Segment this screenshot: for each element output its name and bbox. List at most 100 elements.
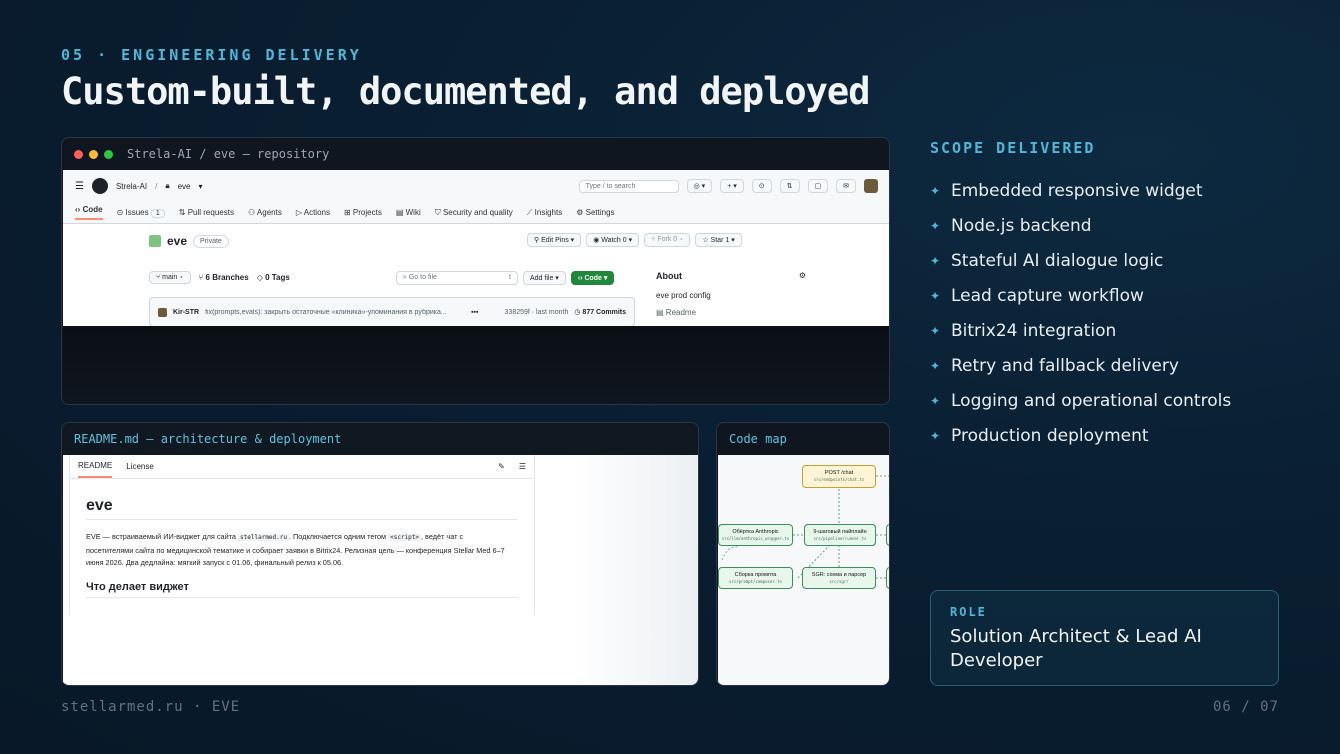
star-button[interactable]: ☆ Star 1 ▾: [695, 233, 742, 247]
pencil-icon[interactable]: ✎: [498, 462, 505, 471]
sparkle-icon: ✦: [930, 393, 941, 408]
section-eyebrow: 05 · ENGINEERING DELIVERY: [61, 46, 362, 64]
list-item: ✦ Logging and operational controls: [930, 390, 1232, 411]
repo-window-footer: [63, 326, 889, 404]
tab-code[interactable]: ‹› Code: [75, 205, 103, 220]
readme-heading: eve: [86, 497, 518, 520]
fork-button[interactable]: ⑂ Fork 0 ▾: [644, 233, 691, 247]
code-map-node-sgr[interactable]: SGR: схема и парсер src/sgr/: [802, 567, 876, 589]
code-map-node-offscreen: [886, 567, 889, 589]
maximize-dot-icon[interactable]: [104, 149, 113, 159]
tab-actions[interactable]: ▷ Actions: [296, 208, 330, 217]
avatar: [158, 307, 167, 317]
search-input[interactable]: Type / to search: [578, 179, 679, 193]
readme-content: README License ✎ ☰ eve EVE — встраиваемы…: [63, 455, 698, 685]
breadcrumb-separator: /: [155, 181, 158, 191]
hamburger-menu-icon[interactable]: ☰: [75, 181, 84, 192]
fork-icon: ⑂: [651, 236, 656, 243]
sparkle-icon: ✦: [930, 183, 941, 198]
gear-icon[interactable]: ⚙: [799, 271, 806, 281]
issues-count-badge: 1: [150, 209, 165, 218]
watch-button[interactable]: ◉ Watch 0 ▾: [586, 233, 640, 247]
github-logo-icon[interactable]: [91, 178, 108, 194]
readme-link[interactable]: ▤ Readme: [656, 308, 806, 317]
code-map-node-prompt[interactable]: Сборка промпта src/prompt/composer.ts: [718, 567, 793, 589]
code-icon: ‹›: [75, 205, 81, 214]
close-dot-icon[interactable]: [74, 149, 83, 159]
readme-window-title: README.md — architecture & deployment: [74, 432, 342, 446]
readme-subheading: Что делает виджет: [86, 581, 518, 598]
pull-request-icon: ⇅: [178, 208, 186, 217]
readme-tabs: README License ✎ ☰: [70, 455, 534, 479]
commit-message[interactable]: fix(prompts,evals): закрыть остаточные «…: [205, 309, 465, 316]
copilot-icon[interactable]: ◎ ▾: [686, 179, 713, 193]
repo-window-title: Strela-AI / eve — repository: [127, 147, 330, 161]
scope-heading: SCOPE DELIVERED: [930, 139, 1096, 157]
tab-issues[interactable]: ⊙ Issues 1: [117, 208, 165, 218]
inbox-icon[interactable]: ✉: [836, 179, 856, 193]
issues-icon[interactable]: ⊙: [751, 179, 772, 193]
tab-settings[interactable]: ⚙ Settings: [576, 208, 614, 217]
tab-readme[interactable]: README: [78, 455, 113, 478]
minimize-dot-icon[interactable]: [89, 149, 98, 159]
branch-icon: ⑂: [156, 274, 161, 281]
branch-selector[interactable]: ⑂ main ▾: [149, 271, 191, 284]
repo-header: eve Private: [149, 234, 229, 248]
add-file-button[interactable]: Add file ▾: [523, 271, 566, 285]
pull-requests-icon[interactable]: ⇅: [779, 179, 800, 193]
sparkle-icon: ✦: [930, 218, 941, 233]
book-icon: ▤: [395, 208, 404, 217]
lock-icon: 🔒︎: [165, 181, 170, 190]
gear-icon: ⚙: [576, 208, 584, 217]
latest-commit-row[interactable]: Kir-STR fix(prompts,evals): закрыть оста…: [149, 297, 635, 326]
role-card: ROLE Solution Architect & Lead AI Develo…: [930, 590, 1279, 686]
ellipsis-icon[interactable]: ▪▪▪: [471, 309, 478, 316]
tab-license[interactable]: License: [126, 462, 154, 471]
code-map-titlebar: Code map: [717, 423, 889, 455]
list-icon[interactable]: ☰: [519, 462, 526, 471]
chevron-down-icon[interactable]: ▾: [199, 182, 203, 191]
play-icon: ▷: [295, 208, 302, 217]
list-item: ✦ Bitrix24 integration: [930, 320, 1117, 341]
tab-insights[interactable]: ⟋ Insights: [527, 208, 562, 218]
code-map-node-anthropic[interactable]: Обёртка Anthropic src/llm/anthropic_wrapp…: [718, 524, 793, 546]
tab-wiki[interactable]: ▤ Wiki: [396, 208, 421, 217]
commits-link[interactable]: ◷ 877 Commits: [574, 308, 626, 316]
role-label: ROLE: [950, 605, 987, 619]
code-map-node-pipeline-label[interactable]: 9-шаговый пайплайн src/pipeline/runner.ts: [804, 524, 876, 546]
code-map-title: Code map: [729, 432, 787, 446]
tab-security[interactable]: ⛉ Security and quality: [435, 208, 513, 218]
table-icon: ⊞: [343, 208, 351, 217]
sparkle-icon: ✦: [930, 253, 941, 268]
breadcrumb-org[interactable]: Strela-AI: [116, 182, 147, 191]
list-item: ✦ Lead capture workflow: [930, 285, 1144, 306]
github-topbar: ☰ Strela-AI / 🔒︎ eve ▾ Type / to search …: [63, 170, 889, 202]
tab-agents[interactable]: ⚇ Agents: [248, 208, 282, 217]
notifications-icon[interactable]: ▢: [807, 179, 829, 193]
breadcrumb-repo[interactable]: eve: [178, 182, 191, 191]
about-panel: About ⚙ eve prod config ▤ Readme: [656, 271, 806, 317]
list-item: ✦ Retry and fallback delivery: [930, 355, 1179, 376]
edit-pins-button[interactable]: ⚲ Edit Pins ▾: [527, 233, 582, 247]
repo-name[interactable]: eve: [167, 234, 187, 248]
page-number: 06 / 07: [1212, 699, 1279, 715]
list-item: ✦ Stateful AI dialogue logic: [930, 250, 1164, 271]
code-button[interactable]: ‹› Code ▾: [570, 271, 615, 285]
branch-bar: ⑂ main ▾ ⑂ 6 Branches ◇ 0 Tags: [149, 271, 290, 284]
tab-projects[interactable]: ⊞ Projects: [344, 208, 382, 217]
plus-icon[interactable]: + ▾: [720, 179, 744, 193]
graph-icon: ⟋: [526, 207, 533, 217]
code-map-node-chat[interactable]: POST /chat src/endpoints/chat.ts: [802, 465, 876, 488]
file-actions: ⌕ Go to file t Add file ▾ ‹› Code ▾: [396, 271, 615, 285]
go-to-file-input[interactable]: ⌕ Go to file t: [396, 271, 518, 285]
pin-icon: ⚲: [534, 237, 540, 244]
repo-window-titlebar: Strela-AI / eve — repository: [62, 138, 889, 170]
tab-pull-requests[interactable]: ⇅ Pull requests: [179, 208, 234, 217]
repo-tabs: ‹› Code ⊙ Issues 1 ⇅ Pull requests ⚇ Age…: [63, 202, 889, 224]
commit-author[interactable]: Kir-STR: [173, 309, 199, 316]
list-item: ✦ Embedded responsive widget: [930, 180, 1203, 201]
branches-link[interactable]: ⑂ 6 Branches: [199, 273, 249, 282]
avatar[interactable]: [864, 179, 878, 193]
tags-link[interactable]: ◇ 0 Tags: [257, 273, 290, 282]
about-title: About: [656, 271, 682, 281]
